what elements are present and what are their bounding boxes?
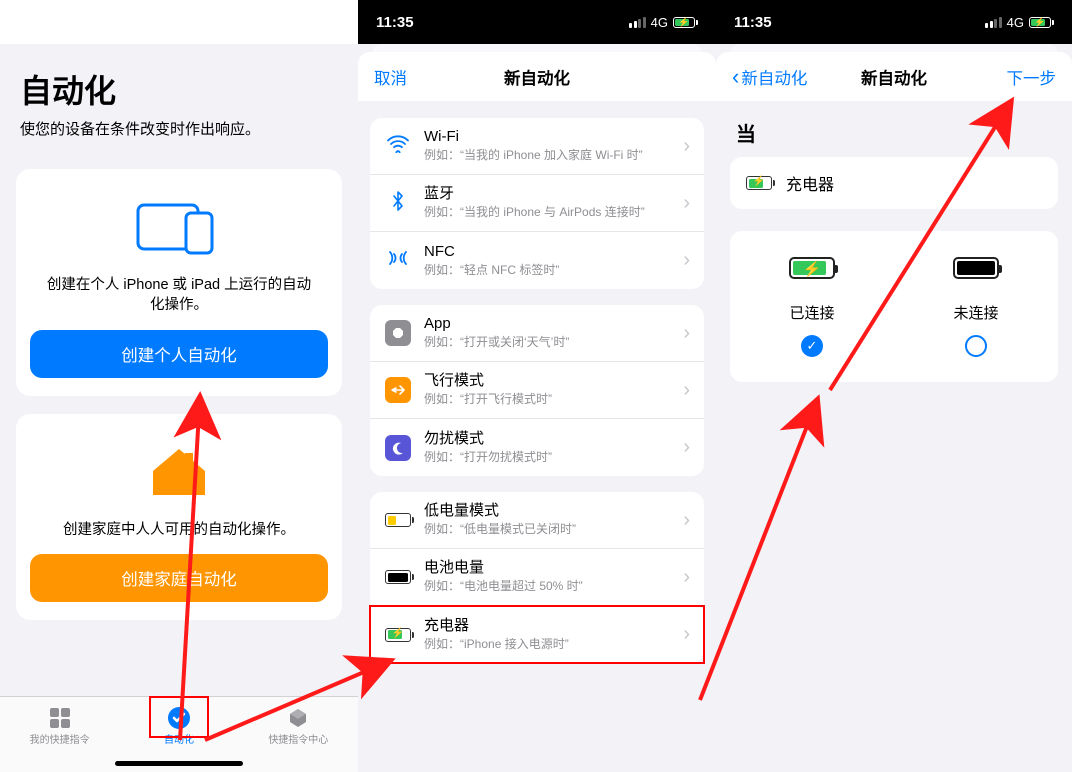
row-dnd[interactable]: 勿扰模式例如：“打开勿扰模式时” ›	[370, 419, 704, 476]
chevron-right-icon: ›	[683, 322, 690, 345]
bluetooth-icon	[391, 190, 405, 217]
tab-label: 快捷指令中心	[239, 731, 358, 746]
chevron-right-icon: ›	[683, 249, 690, 272]
page-subtitle: 使您的设备在条件改变时作出响应。	[0, 118, 358, 169]
battery-level-icon	[385, 570, 411, 584]
battery-icon: ⚡	[673, 17, 698, 28]
signal-icon	[985, 17, 1002, 28]
row-app[interactable]: App例如：“打开或关闭‘天气’时” ›	[370, 305, 704, 362]
chevron-right-icon: ›	[683, 379, 690, 402]
chevron-right-icon: ›	[683, 623, 690, 646]
dnd-icon	[385, 435, 411, 461]
row-wifi[interactable]: Wi-Fi例如：“当我的 iPhone 加入家庭 Wi-Fi 时” ›	[370, 118, 704, 175]
status-time: 11:35	[376, 14, 414, 31]
signal-icon	[629, 17, 646, 28]
page-title: 自动化	[0, 66, 358, 118]
tab-bar: 我的快捷指令 自动化 快捷指令中心	[0, 696, 358, 772]
option-label: 已连接	[730, 302, 894, 323]
status-bar: 11:35 4G ⚡	[716, 0, 1072, 44]
radio-unchecked-icon	[965, 335, 987, 357]
row-airplane[interactable]: 飞行模式例如：“打开飞行模式时” ›	[370, 362, 704, 419]
nav-title: 新自动化	[861, 65, 927, 89]
chevron-right-icon: ›	[683, 436, 690, 459]
wifi-icon	[387, 135, 409, 158]
radio-checked-icon: ✓	[801, 335, 823, 357]
tab-gallery[interactable]: 快捷指令中心	[239, 697, 358, 772]
trigger-group-modes: App例如：“打开或关闭‘天气’时” › 飞行模式例如：“打开飞行模式时” ›	[370, 305, 704, 476]
battery-icon: ⚡	[1029, 17, 1054, 28]
create-home-button[interactable]: 创建家庭自动化	[30, 554, 328, 602]
battery-charging-icon: ⚡	[789, 257, 835, 279]
chevron-right-icon: ›	[683, 509, 690, 532]
chevron-right-icon: ›	[683, 135, 690, 158]
option-label: 未连接	[894, 302, 1058, 323]
cancel-button[interactable]: 取消	[374, 52, 407, 102]
devices-icon	[30, 191, 328, 263]
home-caption: 创建家庭中人人可用的自动化操作。	[30, 520, 328, 554]
row-charger[interactable]: ⚡ 充电器例如：“iPhone 接入电源时” ›	[370, 606, 704, 663]
nav-title: 新自动化	[504, 65, 570, 89]
trigger-group-connectivity: Wi-Fi例如：“当我的 iPhone 加入家庭 Wi-Fi 时” › 蓝牙例如…	[370, 118, 704, 289]
status-bar: 11:35 4G ⚡	[358, 0, 716, 44]
automation-icon	[119, 705, 238, 731]
back-button[interactable]: ‹新自动化	[732, 52, 807, 102]
home-automation-card: 创建家庭中人人可用的自动化操作。 创建家庭自动化	[16, 414, 342, 620]
airplane-icon	[385, 377, 411, 403]
grid-icon	[0, 705, 119, 731]
nav-bar: ‹新自动化 新自动化 下一步	[716, 52, 1072, 102]
nfc-icon	[387, 248, 409, 273]
next-button[interactable]: 下一步	[1007, 52, 1057, 102]
personal-caption: 创建在个人 iPhone 或 iPad 上运行的自动化操作。	[30, 275, 328, 330]
create-personal-button[interactable]: 创建个人自动化	[30, 330, 328, 378]
tab-label: 自动化	[119, 731, 238, 746]
row-nfc[interactable]: NFC例如：“轻点 NFC 标签时” ›	[370, 232, 704, 289]
row-battery-level[interactable]: 电池电量例如：“电池电量超过 50% 时” ›	[370, 549, 704, 606]
tab-label: 我的快捷指令	[0, 731, 119, 746]
chevron-right-icon: ›	[683, 566, 690, 589]
row-bluetooth[interactable]: 蓝牙例如：“当我的 iPhone 与 AirPods 连接时” ›	[370, 175, 704, 232]
app-icon	[385, 320, 411, 346]
network-label: 4G	[1007, 15, 1024, 30]
when-label: 当	[716, 102, 1072, 157]
option-connected[interactable]: ⚡ 已连接 ✓	[730, 257, 894, 362]
nav-bar: 取消 新自动化	[358, 52, 716, 102]
personal-automation-card: 创建在个人 iPhone 或 iPad 上运行的自动化操作。 创建个人自动化	[16, 169, 342, 396]
trigger-chip: ⚡ 充电器	[730, 157, 1058, 209]
gallery-icon	[239, 705, 358, 731]
low-battery-icon	[385, 513, 411, 527]
home-indicator	[115, 761, 243, 766]
battery-full-icon	[953, 257, 999, 279]
chip-label: 充电器	[786, 171, 834, 195]
chevron-right-icon: ›	[683, 192, 690, 215]
network-label: 4G	[651, 15, 668, 30]
status-time: 11:35	[734, 14, 772, 31]
trigger-group-power: 低电量模式例如：“低电量模式已关闭时” › 电池电量例如：“电池电量超过 50%…	[370, 492, 704, 663]
option-disconnected[interactable]: 未连接	[894, 257, 1058, 362]
row-low-power[interactable]: 低电量模式例如：“低电量模式已关闭时” ›	[370, 492, 704, 549]
charger-icon: ⚡	[746, 176, 772, 190]
home-icon	[30, 436, 328, 508]
charger-options: ⚡ 已连接 ✓ 未连接	[730, 231, 1058, 382]
tab-shortcuts[interactable]: 我的快捷指令	[0, 697, 119, 772]
charger-icon: ⚡	[385, 628, 411, 642]
